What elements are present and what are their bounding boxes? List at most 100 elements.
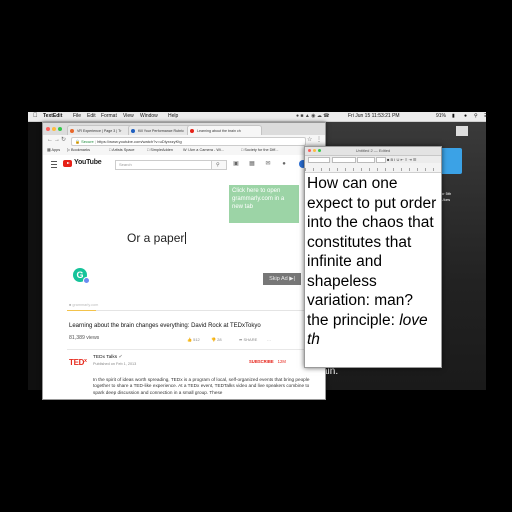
ad-url-label: grammarly.com <box>72 303 99 307</box>
user-icon[interactable]: ● <box>464 112 467 121</box>
tab-label: Kill Your Performance Rubric <box>138 129 184 133</box>
view-count: 81,389 views <box>69 335 100 341</box>
close-window-button[interactable] <box>308 149 311 152</box>
tab-label: VR Experience | Page 3 | Tr <box>77 129 122 133</box>
tab-label: Learning about the brain ch <box>197 129 241 133</box>
browser-window: VR Experience | Page 3 | Tr Kill Your Pe… <box>42 122 326 400</box>
video-progress-bar[interactable] <box>67 310 307 311</box>
page-icon: □ <box>147 148 150 152</box>
folder-icon: ▷ <box>67 148 70 152</box>
url-text: https://www.youtube.com/watch?v=uDlyxxzy… <box>97 139 182 144</box>
ad-overlay-label: Or a paper <box>127 231 185 245</box>
channel-logo-sup: x <box>84 358 87 364</box>
secure-label: Secure <box>81 139 94 144</box>
menu-help[interactable]: Help <box>168 112 178 121</box>
bookmark-bookmarks[interactable]: ▷ Bookmarks <box>67 146 90 155</box>
zoom-window-button[interactable] <box>318 149 321 152</box>
notification-icon[interactable]: ☰ <box>484 112 488 121</box>
youtube-logo-text[interactable]: YouTube <box>74 159 102 166</box>
skip-ad-label: Skip Ad <box>269 276 288 282</box>
bookmark-apps[interactable]: ▦ Apps <box>47 146 60 155</box>
messages-icon[interactable]: ✉ <box>265 161 271 167</box>
formatting-buttons[interactable]: ■ B I U ⇤ ≡ ⇥ ☰ <box>387 157 437 162</box>
tab-favicon-icon <box>70 129 74 133</box>
youtube-header: YouTube Search ⚲ ▣ ▦ ✉ ● <box>43 155 325 174</box>
dislike-button[interactable]: 👎 28 <box>211 337 222 342</box>
close-window-button[interactable] <box>46 127 50 131</box>
skip-ad-button[interactable]: Skip Ad ▶| <box>263 273 301 285</box>
menu-view[interactable]: View <box>123 112 134 121</box>
menu-app-name[interactable]: TextEdit <box>43 112 62 121</box>
share-label: SHARE <box>243 337 258 342</box>
youtube-logo-icon[interactable] <box>63 160 72 167</box>
bookmark-label: Bookmarks <box>70 148 90 152</box>
minimize-window-button[interactable] <box>313 149 316 152</box>
search-input[interactable]: Search <box>115 160 212 170</box>
text-ruler[interactable] <box>305 163 441 173</box>
menu-edit[interactable]: Edit <box>87 112 96 121</box>
ad-overlay-text: Or a paper <box>127 231 187 245</box>
divider <box>67 349 307 350</box>
apps-grid-icon[interactable]: ▦ <box>249 161 255 167</box>
bookmark-i-am-a-camera[interactable]: W I Am a Camera - Wi... <box>183 146 224 155</box>
channel-name-label: TEDx Talks <box>93 355 118 360</box>
menu-icon[interactable]: ⋮ <box>316 137 322 144</box>
more-actions-button[interactable]: … <box>267 337 271 342</box>
channel-name[interactable]: TEDx Talks ✔ <box>93 355 123 360</box>
apple-menu-icon[interactable]:  <box>33 112 38 121</box>
back-icon[interactable]: ← <box>47 137 53 144</box>
text-caret <box>185 232 187 244</box>
ad-badge-icon: ■ <box>69 303 72 307</box>
grammarly-link-note[interactable]: Click here to open grammarly.com in a ne… <box>229 185 299 223</box>
background-text: or 5th <box>441 191 452 196</box>
url-input[interactable]: 🔒 Secure | https://www.youtube.com/watch… <box>71 137 306 146</box>
document-text: How can one expect to put order into the… <box>307 175 437 329</box>
document-body[interactable]: How can one expect to put order into the… <box>307 174 437 350</box>
zoom-window-button[interactable] <box>58 127 62 131</box>
subscribe-button[interactable]: SUBSCRIBE 12M <box>249 357 297 367</box>
forward-icon[interactable]: → <box>54 137 60 144</box>
textedit-title-bar[interactable]: Untitled 2 — Edited <box>305 147 441 156</box>
video-title: Learning about the brain changes everyth… <box>69 323 261 329</box>
bookmark-simpleadden[interactable]: □ SimpleAdden <box>147 146 173 155</box>
spotlight-icon[interactable]: ⚲ <box>474 112 478 121</box>
menu-window[interactable]: Window <box>140 112 158 121</box>
menu-clock[interactable]: Fri Jun 15 11:53:21 PM <box>348 112 400 121</box>
background-caption: ain. <box>322 366 339 377</box>
bookmark-artists-space[interactable]: □ Artists Space <box>109 146 135 155</box>
dislike-count: 28 <box>217 337 222 342</box>
status-icons[interactable]: ● ■ ▲ ◉ ☁ ☎ <box>296 112 330 121</box>
subscribe-label: SUBSCRIBE <box>249 359 274 364</box>
grammarly-badge-icon <box>83 277 90 284</box>
ad-url[interactable]: ■ grammarly.com <box>69 303 98 307</box>
skip-next-icon: ▶| <box>289 276 295 282</box>
bookmark-label: Artists Space <box>112 148 135 152</box>
share-icon: ➦ <box>239 337 243 342</box>
star-icon[interactable]: ☆ <box>307 137 312 144</box>
search-icon: ⚲ <box>216 162 220 168</box>
background-window-icon <box>456 126 468 136</box>
channel-logo-text: TED <box>69 358 85 367</box>
hamburger-menu-icon[interactable] <box>51 161 57 168</box>
battery-icon[interactable]: ▮ <box>452 112 455 121</box>
notifications-bell-icon[interactable]: ● <box>281 161 287 167</box>
tab-favicon-icon <box>131 129 135 133</box>
upload-video-icon[interactable]: ▣ <box>233 161 239 167</box>
reload-icon[interactable]: ↻ <box>61 137 66 144</box>
search-button[interactable]: ⚲ <box>211 160 227 170</box>
menu-bar:  TextEdit File Edit Format View Window … <box>28 112 488 122</box>
like-button[interactable]: 👍 512 <box>187 337 200 342</box>
menu-file[interactable]: File <box>73 112 81 121</box>
share-button[interactable]: ➦ SHARE <box>239 337 257 342</box>
video-player[interactable]: Click here to open grammarly.com in a ne… <box>43 173 325 313</box>
menu-format[interactable]: Format <box>101 112 117 121</box>
textedit-window: Untitled 2 — Edited ■ B I U ⇤ ≡ ⇥ ☰ How … <box>304 146 442 368</box>
lock-icon: 🔒 <box>75 139 80 144</box>
channel-avatar[interactable]: TEDx <box>69 358 87 367</box>
bookmark-society[interactable]: □ Society for the Diff... <box>241 146 278 155</box>
verified-icon: ✔ <box>118 355 123 360</box>
battery-percent[interactable]: 91% <box>436 112 446 121</box>
page-icon: □ <box>241 148 244 152</box>
publish-date: Published on Feb 1, 2013 <box>93 362 137 366</box>
minimize-window-button[interactable] <box>52 127 56 131</box>
